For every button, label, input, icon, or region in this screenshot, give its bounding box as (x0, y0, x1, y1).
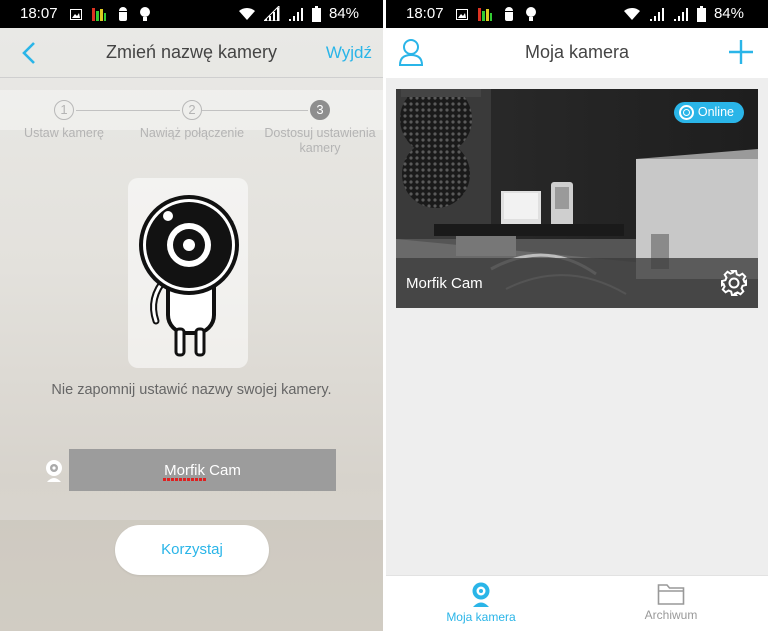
step-1: 1 Ustaw kamerę (14, 100, 114, 141)
nav-archive-label: Archiwum (644, 608, 698, 622)
image-notification-icon (456, 8, 468, 20)
step-number: 3 (310, 100, 330, 120)
equalizer-icon (92, 8, 106, 21)
wifi-icon (623, 7, 640, 20)
gear-icon[interactable] (720, 269, 748, 297)
signal-icon (263, 6, 280, 21)
rename-camera-screen: 18:07 84% Zmień nazwę kamery Wyjdź 1 Ust… (0, 0, 383, 631)
nav-archive[interactable]: Archiwum (611, 582, 731, 622)
step-label: Dostosuj ustawienia kamery (264, 126, 376, 155)
camera-name-label: Morfik Cam (406, 275, 483, 292)
lightbulb-icon (140, 7, 150, 21)
nav-my-camera-label: Moja kamera (446, 610, 516, 624)
equalizer-icon (478, 8, 492, 21)
android-robot-icon (119, 7, 127, 21)
bottom-navigation: Moja kamera Archiwum (386, 575, 768, 631)
step-2: 2 Nawiąż połączenie (132, 100, 252, 141)
online-status-label: Online (697, 105, 734, 119)
use-button[interactable]: Korzystaj (115, 525, 269, 575)
battery-percent: 84% (713, 5, 744, 22)
page-title: Moja kamera (524, 42, 630, 62)
step-number: 2 (182, 100, 202, 120)
signal-2-icon (288, 8, 303, 21)
rename-header: Zmień nazwę kamery Wyjdź (0, 28, 383, 78)
status-time: 18:07 (406, 5, 444, 22)
android-robot-icon (505, 7, 513, 21)
battery-icon (311, 5, 321, 22)
my-camera-screen: 18:07 84% Moja kamera Online Morfik Cam … (386, 0, 768, 631)
camera-icon (472, 582, 490, 607)
status-time: 18:07 (20, 5, 58, 22)
step-3: 3 Dostosuj ustawienia kamery (258, 100, 382, 156)
spellcheck-underline (163, 478, 206, 481)
lightbulb-icon (526, 7, 536, 21)
add-camera-icon[interactable] (728, 39, 754, 65)
camera-mascot-icon (139, 195, 239, 357)
status-bar: 18:07 84% (0, 0, 383, 28)
camera-card[interactable]: Online Morfik Cam (396, 89, 758, 308)
step-number: 1 (54, 100, 74, 120)
signal-icon (649, 8, 664, 21)
step-label: Nawiąż połączenie (139, 126, 245, 140)
rename-hint: Nie zapomnij ustawić nazwy swojej kamery… (51, 382, 332, 398)
nav-my-camera[interactable]: Moja kamera (421, 582, 541, 624)
my-camera-header: Moja kamera (386, 28, 768, 78)
camera-name-input[interactable] (69, 449, 336, 491)
image-notification-icon (70, 8, 82, 20)
battery-percent: 84% (328, 5, 359, 22)
camera-card-footer: Morfik Cam (396, 258, 758, 308)
status-bar: 18:07 84% (386, 0, 768, 28)
step-label: Ustaw kamerę (24, 126, 104, 140)
signal-2-icon (673, 8, 688, 21)
wifi-icon (238, 7, 255, 20)
folder-icon (657, 584, 685, 605)
online-status-badge: Online (673, 102, 744, 123)
webcam-icon (46, 460, 62, 482)
online-indicator-icon (678, 105, 694, 120)
battery-icon (696, 5, 706, 22)
exit-button[interactable]: Wyjdź (326, 43, 372, 63)
